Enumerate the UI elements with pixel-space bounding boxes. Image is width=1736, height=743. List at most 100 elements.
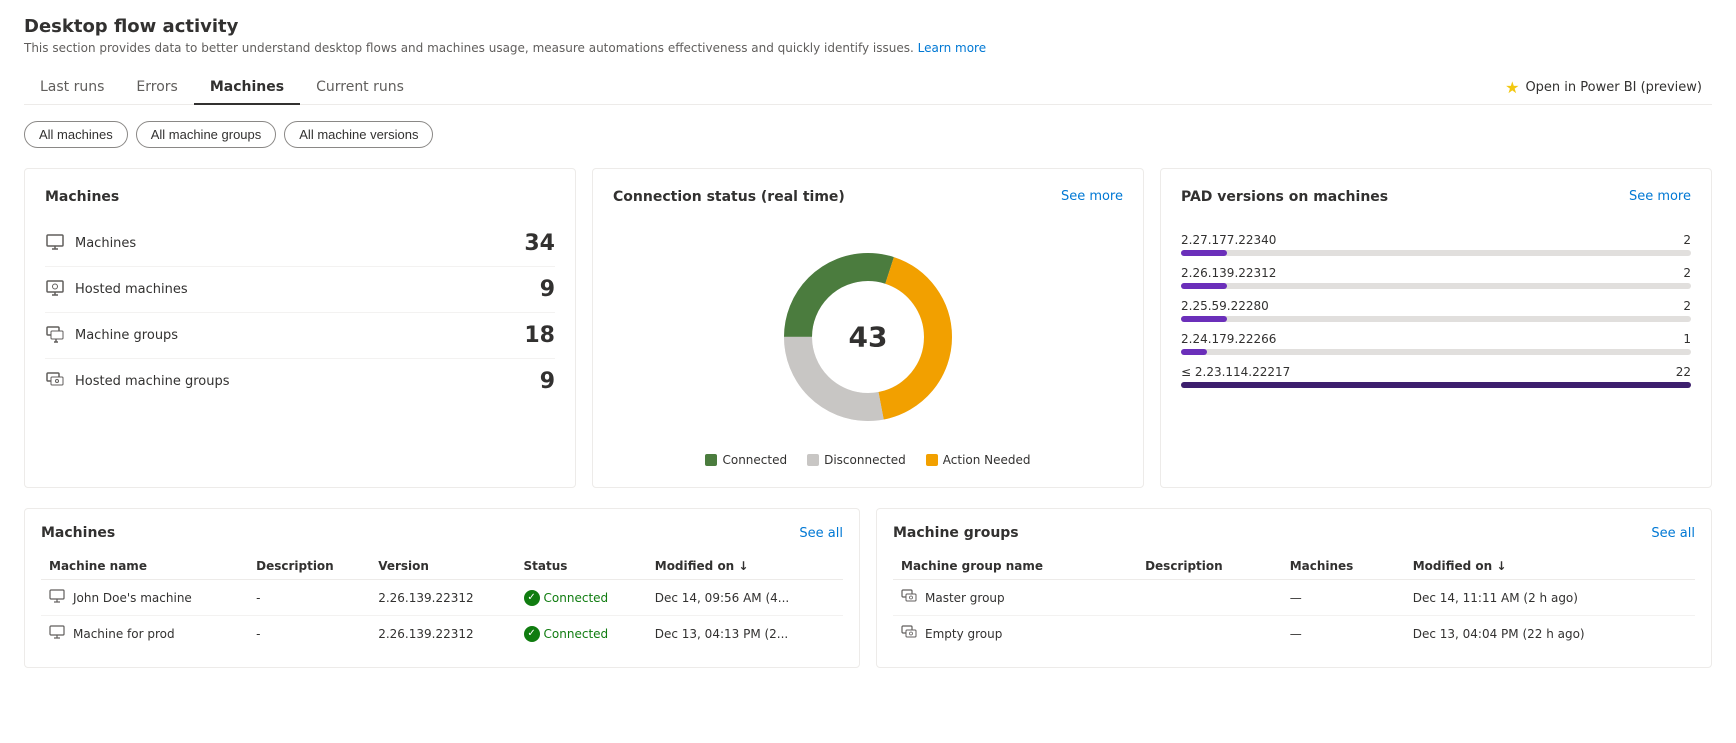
- status-connected-badge-1: ✓ Connected: [524, 626, 639, 642]
- machines-summary-card: Machines Machines 34: [24, 168, 576, 488]
- filter-all-machine-groups[interactable]: All machine groups: [136, 121, 277, 148]
- tab-current-runs[interactable]: Current runs: [300, 71, 420, 105]
- pad-version-row-2: 2.25.59.22280 2: [1181, 299, 1691, 322]
- hosted-machine-groups-count: 9: [540, 369, 555, 394]
- legend-disconnected-label: Disconnected: [824, 453, 906, 467]
- mg-modified-cell-1: Dec 13, 04:04 PM (22 h ago): [1405, 616, 1695, 652]
- machine-desc-cell-1: -: [248, 616, 370, 652]
- pad-bar-fill-3: [1181, 349, 1207, 355]
- machines-table: Machine name Description Version Status …: [41, 553, 843, 651]
- hosted-machine-groups-icon: [45, 370, 65, 394]
- powerbi-star-icon: ★: [1505, 78, 1519, 97]
- hosted-machine-icon: [45, 278, 65, 302]
- machines-col-status: Status: [516, 553, 647, 580]
- pad-version-row-3: 2.24.179.22266 1: [1181, 332, 1691, 355]
- pad-version-count-0: 2: [1683, 233, 1691, 247]
- legend-action-needed: Action Needed: [926, 453, 1031, 467]
- machine-modified-cell-0: Dec 14, 09:56 AM (4...: [647, 580, 843, 616]
- machines-row-hosted: Hosted machines 9: [45, 267, 555, 313]
- tab-errors[interactable]: Errors: [120, 71, 193, 105]
- machines-row-hosted-groups: Hosted machine groups 9: [45, 359, 555, 404]
- mg-col-description: Description: [1137, 553, 1282, 580]
- pad-version-label-3: 2.24.179.22266: [1181, 332, 1276, 346]
- hosted-machine-groups-label: Hosted machine groups: [75, 374, 230, 389]
- machine-modified-cell-1: Dec 13, 04:13 PM (2...: [647, 616, 843, 652]
- connection-legend: Connected Disconnected Action Needed: [705, 453, 1030, 467]
- machines-rows: Machines 34 Ho: [45, 221, 555, 404]
- hosted-machines-count: 9: [540, 277, 555, 302]
- mg-desc-cell-1: [1137, 616, 1282, 652]
- pad-version-count-3: 1: [1683, 332, 1691, 346]
- page-subtitle: This section provides data to better und…: [24, 41, 1712, 55]
- pad-bar-bg-3: [1181, 349, 1691, 355]
- machines-row-groups: Machine groups 18: [45, 313, 555, 359]
- machine-name-cell-0: John Doe's machine: [41, 580, 248, 616]
- legend-connected: Connected: [705, 453, 787, 467]
- tabs-bar: Last runs Errors Machines Current runs ★…: [24, 71, 1712, 105]
- machine-groups-table: Machine group name Description Machines …: [893, 553, 1695, 651]
- machine-version-cell-0: 2.26.139.22312: [370, 580, 515, 616]
- pad-bar-fill-1: [1181, 283, 1227, 289]
- legend-action-needed-label: Action Needed: [943, 453, 1031, 467]
- learn-more-link[interactable]: Learn more: [918, 41, 986, 55]
- pad-see-more-link[interactable]: See more: [1629, 189, 1691, 204]
- connection-status-title: Connection status (real time): [613, 189, 845, 205]
- filter-all-machines[interactable]: All machines: [24, 121, 128, 148]
- mg-modified-cell-0: Dec 14, 11:11 AM (2 h ago): [1405, 580, 1695, 616]
- connection-see-more-link[interactable]: See more: [1061, 189, 1123, 204]
- legend-action-needed-dot: [926, 454, 938, 466]
- machine-name-cell-1: Machine for prod: [41, 616, 248, 652]
- legend-disconnected-dot: [807, 454, 819, 466]
- page-title: Desktop flow activity: [24, 16, 1712, 37]
- machine-groups-table-header: Machine groups See all: [893, 525, 1695, 541]
- machine-desc-cell-0: -: [248, 580, 370, 616]
- mg-name-cell-1: Empty group: [893, 616, 1137, 652]
- mg-row-icon-0: [901, 588, 917, 607]
- pad-version-row-4: ≤ 2.23.114.22217 22: [1181, 365, 1691, 388]
- pad-versions-title: PAD versions on machines: [1181, 189, 1388, 205]
- pad-versions-list: 2.27.177.22340 2 2.26.139.22312 2: [1181, 233, 1691, 388]
- mg-col-modified: Modified on ↓: [1405, 553, 1695, 580]
- connection-status-card: Connection status (real time) See more: [592, 168, 1144, 488]
- hosted-machines-label: Hosted machines: [75, 282, 188, 297]
- conn-card-header: Connection status (real time) See more: [613, 189, 1123, 221]
- legend-disconnected: Disconnected: [807, 453, 906, 467]
- open-powerbi-button[interactable]: ★ Open in Power BI (preview): [1495, 72, 1712, 103]
- pad-bar-fill-4: [1181, 382, 1691, 388]
- mg-desc-cell-0: [1137, 580, 1282, 616]
- machine-row-icon-1: [49, 624, 65, 643]
- machines-table-card: Machines See all Machine name Descriptio…: [24, 508, 860, 668]
- machine-groups-header-row: Machine group name Description Machines …: [893, 553, 1695, 580]
- pad-version-count-2: 2: [1683, 299, 1691, 313]
- machine-groups-label: Machine groups: [75, 328, 178, 343]
- filter-all-machine-versions[interactable]: All machine versions: [284, 121, 433, 148]
- table-row[interactable]: Empty group — Dec 13, 04:04 PM (22 h ago…: [893, 616, 1695, 652]
- legend-connected-label: Connected: [722, 453, 787, 467]
- tabs-left: Last runs Errors Machines Current runs: [24, 71, 420, 104]
- machine-version-cell-1: 2.26.139.22312: [370, 616, 515, 652]
- machines-row-machines: Machines 34: [45, 221, 555, 267]
- pad-bar-bg-2: [1181, 316, 1691, 322]
- machine-groups-count: 18: [524, 323, 555, 348]
- machines-table-header: Machines See all: [41, 525, 843, 541]
- top-cards-row: Machines Machines 34: [24, 168, 1712, 488]
- status-connected-badge-0: ✓ Connected: [524, 590, 639, 606]
- table-row[interactable]: Machine for prod - 2.26.139.22312 ✓ Conn…: [41, 616, 843, 652]
- machines-label: Machines: [75, 236, 136, 251]
- machines-col-version: Version: [370, 553, 515, 580]
- machines-see-all-link[interactable]: See all: [799, 526, 843, 541]
- pad-version-label-4: ≤ 2.23.114.22217: [1181, 365, 1290, 379]
- machine-groups-icon: [45, 324, 65, 348]
- machines-col-name: Machine name: [41, 553, 248, 580]
- pad-bar-bg-4: [1181, 382, 1691, 388]
- machine-groups-table-title: Machine groups: [893, 525, 1019, 541]
- table-row[interactable]: Master group — Dec 14, 11:11 AM (2 h ago…: [893, 580, 1695, 616]
- machines-card-title: Machines: [45, 189, 555, 205]
- machine-groups-see-all-link[interactable]: See all: [1651, 526, 1695, 541]
- page-header: Desktop flow activity This section provi…: [24, 16, 1712, 55]
- tab-machines[interactable]: Machines: [194, 71, 300, 105]
- table-row[interactable]: John Doe's machine - 2.26.139.22312 ✓ Co…: [41, 580, 843, 616]
- pad-version-row-1: 2.26.139.22312 2: [1181, 266, 1691, 289]
- tab-last-runs[interactable]: Last runs: [24, 71, 120, 105]
- mg-name-cell-0: Master group: [893, 580, 1137, 616]
